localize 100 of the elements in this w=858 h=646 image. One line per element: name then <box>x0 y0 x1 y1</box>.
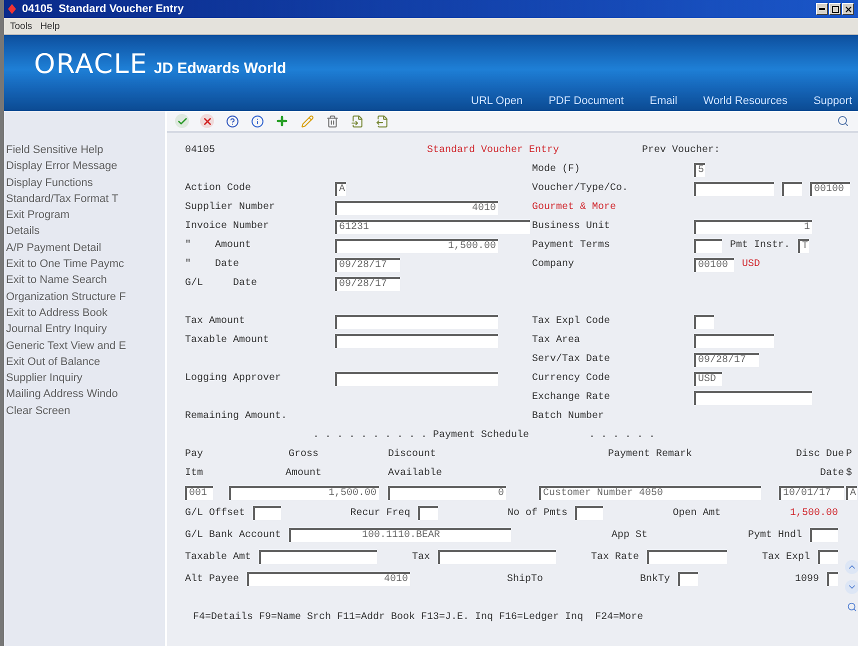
trash-icon[interactable] <box>325 114 339 128</box>
sidebar-item[interactable]: Exit to Address Book <box>6 304 165 322</box>
info-icon[interactable] <box>250 114 264 128</box>
sidebar-item[interactable]: Field Sensitive Help <box>6 142 165 158</box>
text-field[interactable] <box>335 314 498 328</box>
section-caption: . . . . . . . . . . Payment Schedule . . . . . . <box>313 430 656 441</box>
text-field[interactable] <box>694 238 722 252</box>
text-field[interactable] <box>818 550 838 564</box>
sidebar-item[interactable]: Display Functions <box>6 174 165 191</box>
banner-link[interactable]: World Resources <box>703 95 788 107</box>
maximize-button[interactable] <box>829 3 841 15</box>
column-header: $ <box>846 468 854 479</box>
product-name: JD Edwards World <box>154 60 286 77</box>
search-icon[interactable] <box>836 114 850 128</box>
text-field[interactable]: 09/28/17 <box>335 276 400 290</box>
text-field[interactable] <box>438 550 556 564</box>
text-field[interactable]: 1,500.00 <box>335 238 498 252</box>
text-field[interactable]: 00100 <box>694 258 734 272</box>
column-header: P <box>846 449 854 460</box>
accept-icon[interactable] <box>175 114 189 128</box>
column-header: Date <box>818 468 844 479</box>
menu-item[interactable]: Tools <box>10 20 32 32</box>
text-field[interactable] <box>418 506 438 520</box>
field-label: Tax Amount <box>185 316 246 327</box>
sidebar-item[interactable]: Exit to Name Search <box>6 272 165 289</box>
sidebar-item[interactable]: Mailing Address Windo <box>6 386 165 403</box>
text-field[interactable]: USD <box>694 372 722 386</box>
text-field[interactable]: 5 <box>694 162 705 176</box>
column-header: Amount <box>284 468 322 479</box>
text-field[interactable] <box>694 390 812 404</box>
sidebar-item[interactable]: Display Error Message <box>6 158 165 175</box>
scroll-up-icon[interactable] <box>845 560 858 574</box>
text-field[interactable] <box>826 572 838 586</box>
text-field[interactable]: A <box>846 486 857 500</box>
text-field[interactable]: 10/01/17 <box>779 486 844 500</box>
field-label: " Date <box>185 259 240 270</box>
sidebar-item[interactable]: Generic Text View and E <box>6 338 165 354</box>
banner-link[interactable]: URL Open <box>471 95 523 107</box>
text-field[interactable] <box>694 182 774 196</box>
text-field[interactable]: Customer Number 4050 <box>539 486 761 500</box>
text-field[interactable]: 001 <box>185 486 213 500</box>
sidebar-item[interactable]: Exit Program <box>6 207 165 224</box>
cancel-icon[interactable] <box>200 114 214 128</box>
sidebar-item[interactable]: Organization Structure F <box>6 288 165 305</box>
minimize-button[interactable] <box>816 3 828 15</box>
document-in-icon[interactable] <box>350 114 364 128</box>
field-label: Remaining Amount. <box>185 411 288 422</box>
banner-link[interactable]: Email <box>650 95 678 107</box>
text-field[interactable]: 4010 <box>335 200 498 214</box>
text-field[interactable] <box>678 572 698 586</box>
sidebar-item[interactable]: Journal Entry Inquiry <box>6 321 165 338</box>
brand-logo: ORACLE <box>34 49 148 80</box>
banner-link[interactable]: Support <box>813 95 852 107</box>
text-field[interactable]: 09/28/17 <box>694 352 759 366</box>
text-field[interactable]: 1 <box>694 220 812 234</box>
text-field[interactable]: A <box>335 182 346 196</box>
text-field[interactable]: 0 <box>388 486 506 500</box>
text-field[interactable] <box>694 314 714 328</box>
scroll-down-icon[interactable] <box>845 580 858 594</box>
field-label: Serv/Tax Date <box>532 354 612 365</box>
text-field[interactable]: 09/28/17 <box>335 258 400 272</box>
field-label: Batch Number <box>532 411 606 422</box>
prev-voucher-label: Prev Voucher: <box>642 145 722 156</box>
help-icon[interactable] <box>225 114 239 128</box>
menu-item[interactable]: Help <box>40 20 60 32</box>
text-field[interactable] <box>575 506 604 520</box>
banner-link[interactable]: PDF Document <box>548 95 624 107</box>
field-label: Pymt Hndl <box>748 530 802 540</box>
text-field[interactable]: T <box>798 238 810 252</box>
supplier-name: Gourmet & More <box>532 202 618 213</box>
text-field[interactable] <box>782 182 802 196</box>
sidebar-item[interactable]: A/P Payment Detail <box>6 240 165 256</box>
sidebar-item[interactable]: Standard/Tax Format T <box>6 190 165 208</box>
text-field[interactable]: 00100 <box>810 182 850 196</box>
text-field[interactable]: 61231 <box>335 220 530 234</box>
form-title: Standard Voucher Entry <box>427 145 560 156</box>
text-field[interactable] <box>335 372 498 386</box>
sidebar-item[interactable]: Supplier Inquiry <box>6 370 165 386</box>
text-field[interactable] <box>253 506 282 520</box>
text-field[interactable] <box>259 550 378 564</box>
column-header: Itm <box>185 468 204 479</box>
text-field[interactable] <box>646 550 727 564</box>
text-field[interactable] <box>694 334 774 348</box>
add-icon[interactable] <box>275 114 289 128</box>
field-label: Logging Approver <box>185 373 282 384</box>
document-out-icon[interactable] <box>375 114 389 128</box>
field-label: Supplier Number <box>185 202 276 213</box>
close-icon <box>844 4 852 14</box>
sidebar-item[interactable]: Exit Out of Balance <box>6 354 165 370</box>
sidebar-item[interactable]: Clear Screen <box>6 402 165 420</box>
text-field[interactable]: 1,500.00 <box>228 486 378 500</box>
column-header: Discount <box>388 449 438 460</box>
search-icon[interactable] <box>845 600 858 614</box>
sidebar-item[interactable]: Exit to One Time Paymc <box>6 256 165 272</box>
close-button[interactable] <box>842 3 854 15</box>
text-field[interactable]: 100.1110.BEAR <box>289 528 512 542</box>
text-field[interactable] <box>335 334 498 348</box>
text-field[interactable] <box>810 528 838 542</box>
sidebar-item[interactable]: Details <box>6 223 165 240</box>
text-field[interactable]: 4010 <box>247 572 410 586</box>
